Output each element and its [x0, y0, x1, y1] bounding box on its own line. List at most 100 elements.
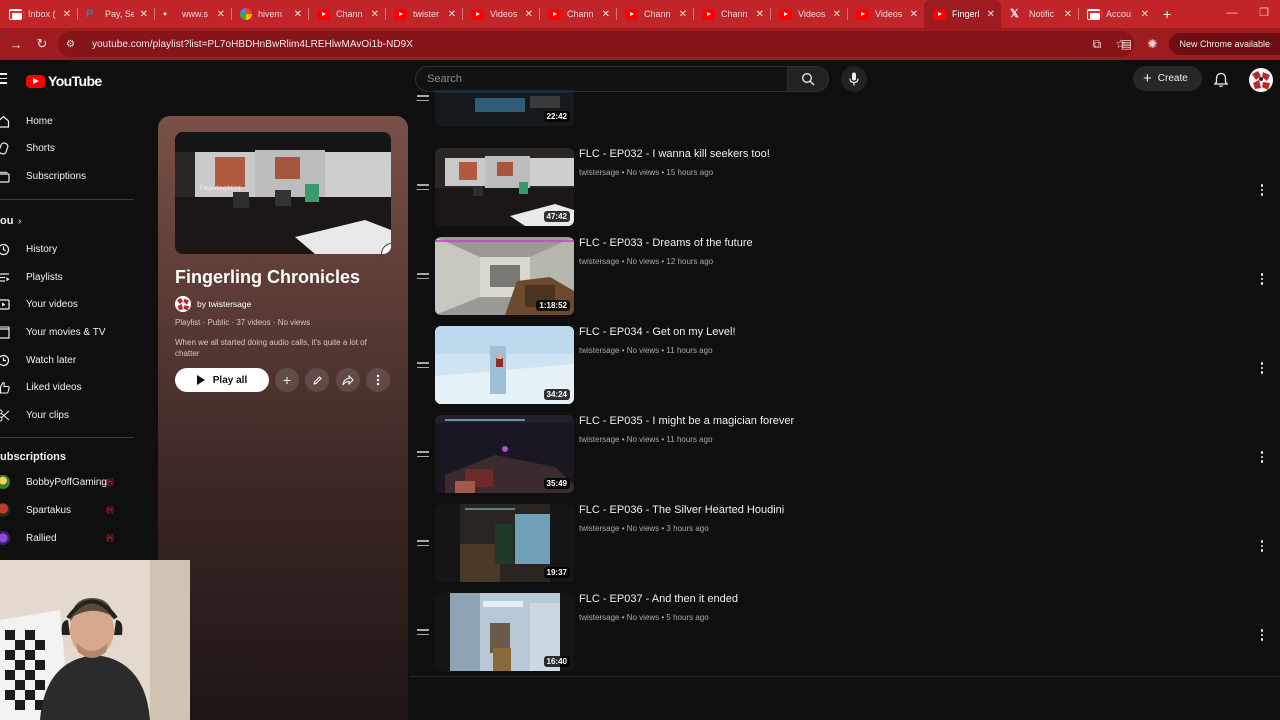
- close-tab-icon[interactable]: ✕: [987, 9, 995, 20]
- playlist-video-row[interactable]: 47:42 FLC - EP032 - I wanna kill seekers…: [410, 148, 1280, 237]
- sidebar-item-history[interactable]: History: [0, 235, 140, 263]
- drag-handle-icon[interactable]: [417, 629, 429, 635]
- address-bar[interactable]: ⚙ youtube.com/playlist?list=PL7oHBDHnBwR…: [58, 31, 1134, 57]
- drag-handle-icon[interactable]: [417, 540, 429, 546]
- account-avatar[interactable]: [1249, 68, 1273, 92]
- close-tab-icon[interactable]: ✕: [63, 9, 71, 20]
- share-button[interactable]: [336, 368, 360, 392]
- video-title[interactable]: FLC - EP033 - Dreams of the future: [579, 237, 753, 249]
- video-title[interactable]: FLC - EP032 - I wanna kill seekers too!: [579, 148, 770, 160]
- playlist-video-row[interactable]: 16:40 FLC - EP037 - And then it ended tw…: [410, 593, 1280, 682]
- sidebar-subscription-item[interactable]: Spartakus ((•)): [0, 496, 140, 524]
- video-thumbnail[interactable]: 34:24: [435, 326, 574, 404]
- browser-tab[interactable]: Chann ✕: [308, 0, 385, 28]
- browser-tab[interactable]: ⬩ www.s ✕: [154, 0, 231, 28]
- search-input[interactable]: [416, 67, 756, 91]
- close-tab-icon[interactable]: ✕: [525, 9, 533, 20]
- youtube-logo[interactable]: YouTube: [26, 73, 102, 89]
- close-tab-icon[interactable]: ✕: [140, 9, 148, 20]
- sidebar-item-playlists[interactable]: Playlists: [0, 263, 140, 291]
- browser-tab[interactable]: Chann ✕: [616, 0, 693, 28]
- sidebar-item-shorts[interactable]: Shorts: [0, 134, 140, 162]
- close-tab-icon[interactable]: ✕: [1064, 9, 1072, 20]
- drag-handle-icon[interactable]: [417, 451, 429, 457]
- video-thumbnail[interactable]: 35:49: [435, 415, 574, 493]
- video-title[interactable]: FLC - EP034 - Get on my Level!: [579, 326, 736, 338]
- browser-tab-active[interactable]: Fingerl ✕: [924, 0, 1001, 28]
- browser-tab[interactable]: P Pay, Se ✕: [77, 0, 154, 28]
- add-to-library-button[interactable]: +: [275, 368, 299, 392]
- forward-icon[interactable]: →: [3, 37, 29, 52]
- owner-name[interactable]: by twistersage: [197, 299, 251, 309]
- video-thumbnail[interactable]: 22:42: [435, 90, 574, 126]
- playlist-owner[interactable]: by twistersage: [175, 296, 251, 312]
- playlist-video-row[interactable]: 1:18:52 FLC - EP033 - Dreams of the futu…: [410, 237, 1280, 326]
- close-tab-icon[interactable]: ✕: [1141, 9, 1149, 20]
- more-vert-icon[interactable]: [1256, 540, 1268, 554]
- chrome-update-button[interactable]: New Chrome available: [1169, 33, 1280, 55]
- video-title[interactable]: FLC - EP037 - And then it ended: [579, 593, 738, 605]
- video-channel[interactable]: twistersage: [579, 435, 619, 444]
- browser-tab[interactable]: Chann ✕: [539, 0, 616, 28]
- sidebar-subscription-item[interactable]: Rallied ((•)): [0, 524, 140, 552]
- browser-tab[interactable]: twister ✕: [385, 0, 462, 28]
- more-vert-icon[interactable]: [1256, 451, 1268, 465]
- sidebar-item-watch-later[interactable]: Watch later: [0, 346, 140, 374]
- video-title[interactable]: FLC - EP036 - The Silver Hearted Houdini: [579, 504, 784, 516]
- reload-icon[interactable]: ↻: [29, 36, 55, 52]
- video-thumbnail[interactable]: 47:42: [435, 148, 574, 226]
- sidebar-you-header[interactable]: ou ›: [0, 207, 140, 235]
- video-thumbnail[interactable]: 1:18:52: [435, 237, 574, 315]
- edit-playlist-button[interactable]: [305, 368, 329, 392]
- extension-icon[interactable]: ▤: [1117, 37, 1135, 51]
- browser-tab[interactable]: Videos ✕: [770, 0, 847, 28]
- more-actions-button[interactable]: [366, 368, 390, 392]
- video-channel[interactable]: twistersage: [579, 346, 619, 355]
- close-tab-icon[interactable]: ✕: [448, 9, 456, 20]
- drag-handle-icon[interactable]: [417, 95, 429, 101]
- close-tab-icon[interactable]: ✕: [679, 9, 687, 20]
- sidebar-item-movies[interactable]: Your movies & TV: [0, 318, 140, 346]
- more-vert-icon[interactable]: [1256, 629, 1268, 643]
- browser-tab[interactable]: Chann ✕: [693, 0, 770, 28]
- drag-handle-icon[interactable]: [417, 184, 429, 190]
- playlist-video-row[interactable]: 35:49 FLC - EP035 - I might be a magicia…: [410, 415, 1280, 504]
- play-all-button[interactable]: Play all: [175, 368, 269, 392]
- notifications-button[interactable]: [1212, 71, 1230, 89]
- close-tab-icon[interactable]: ✕: [294, 9, 302, 20]
- more-vert-icon[interactable]: [1256, 362, 1268, 376]
- browser-tab[interactable]: Accou ✕: [1078, 0, 1155, 28]
- more-vert-icon[interactable]: [1256, 273, 1268, 287]
- video-title[interactable]: FLC - EP035 - I might be a magician fore…: [579, 415, 794, 427]
- minimize-icon[interactable]: —: [1216, 0, 1248, 28]
- playlist-video-row[interactable]: 19:37 FLC - EP036 - The Silver Hearted H…: [410, 504, 1280, 593]
- new-tab-icon[interactable]: +: [1155, 6, 1179, 22]
- video-channel[interactable]: twistersage: [579, 613, 619, 622]
- create-button[interactable]: + Create: [1133, 66, 1202, 91]
- sidebar-subscription-item[interactable]: BobbyPoffGaming ((•)): [0, 468, 140, 496]
- menu-icon[interactable]: [0, 73, 7, 84]
- browser-tab[interactable]: hivem ✕: [231, 0, 308, 28]
- close-tab-icon[interactable]: ✕: [756, 9, 764, 20]
- voice-search-button[interactable]: [841, 66, 867, 92]
- site-info-icon[interactable]: ⚙: [66, 39, 84, 50]
- sidebar-item-your-videos[interactable]: Your videos: [0, 290, 140, 318]
- video-thumbnail[interactable]: 19:37: [435, 504, 574, 582]
- restore-icon[interactable]: ❐: [1248, 0, 1280, 28]
- drag-handle-icon[interactable]: [417, 362, 429, 368]
- profile-icon[interactable]: ✺: [1143, 37, 1161, 51]
- search-button[interactable]: [787, 66, 829, 92]
- sidebar-item-subscriptions[interactable]: Subscriptions: [0, 162, 140, 190]
- browser-tab[interactable]: Videos ✕: [462, 0, 539, 28]
- close-tab-icon[interactable]: ✕: [602, 9, 610, 20]
- video-channel[interactable]: twistersage: [579, 524, 619, 533]
- video-channel[interactable]: twistersage: [579, 168, 619, 177]
- address-url[interactable]: youtube.com/playlist?list=PL7oHBDHnBwRli…: [92, 39, 413, 50]
- playlist-video-row[interactable]: 34:24 FLC - EP034 - Get on my Level! twi…: [410, 326, 1280, 415]
- close-tab-icon[interactable]: ✕: [371, 9, 379, 20]
- close-tab-icon[interactable]: ✕: [833, 9, 841, 20]
- playlist-video-row[interactable]: 22:42: [410, 90, 1280, 137]
- cast-icon[interactable]: ⧉: [1093, 37, 1102, 52]
- video-thumbnail[interactable]: 16:40: [435, 593, 574, 671]
- sidebar-item-your-clips[interactable]: Your clips: [0, 401, 140, 429]
